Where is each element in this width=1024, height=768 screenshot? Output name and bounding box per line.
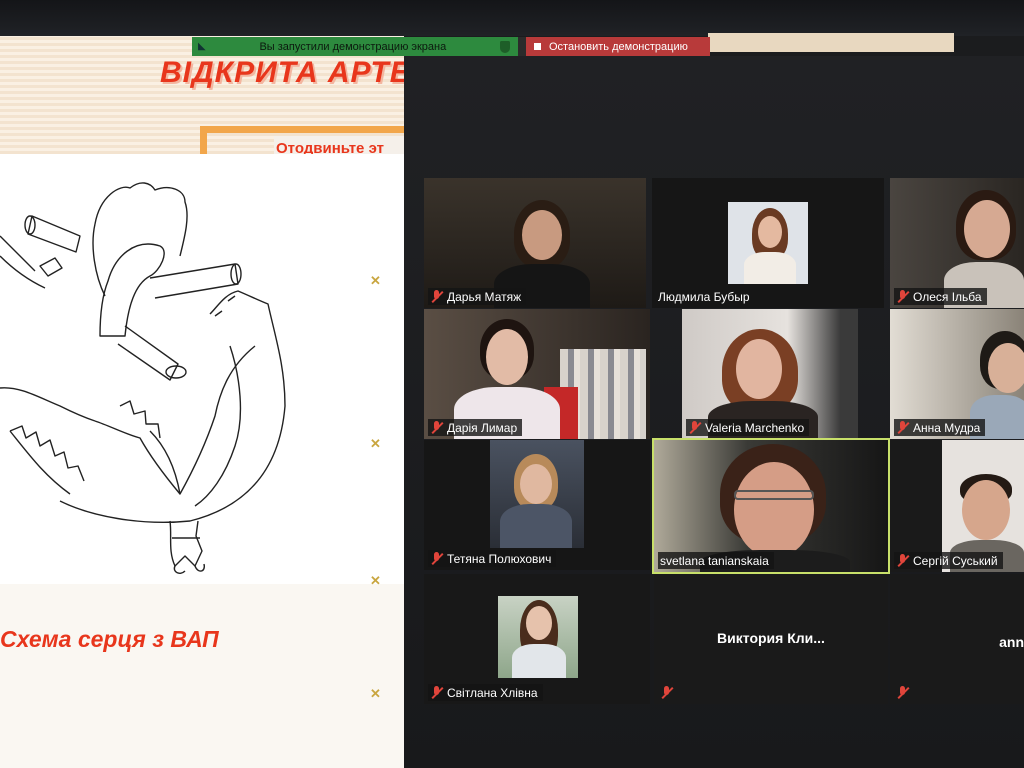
participant-label: Олеся Ільба (894, 288, 987, 305)
screen: ВІДКРИТА АРТЕ Отодвиньте эт ✕ ✕ ✕ ✕ Схем… (0, 0, 1024, 768)
participant-name: Людмила Бубыр (658, 289, 750, 304)
participant-name: Анна Мудра (913, 420, 981, 435)
participant-name: Дарья Матяж (447, 289, 522, 304)
mic-muted-icon (896, 290, 909, 303)
participant-name: Олеся Ільба (913, 289, 982, 304)
participant-tile[interactable]: Дарія Лимар (424, 309, 650, 439)
x-icon: ✕ (370, 686, 381, 701)
slide-title: ВІДКРИТА АРТЕ (160, 56, 404, 89)
participant-tile-no-video[interactable]: ann (890, 574, 1024, 704)
participant-name: Дарія Лимар (447, 420, 518, 435)
mic-muted-icon (896, 421, 909, 434)
x-icon: ✕ (370, 273, 381, 288)
mic-muted-icon (660, 686, 673, 699)
participant-tile[interactable]: Олеся Ільба (890, 178, 1024, 308)
participant-label: Valeria Marchenko (686, 419, 810, 436)
stop-square-icon (534, 43, 541, 50)
participant-tile[interactable]: Світлана Хлівна (424, 574, 650, 704)
slide-caption: Схема серця з ВАП (0, 626, 219, 652)
participant-tile[interactable]: Тетяна Полюхович (424, 440, 650, 570)
mic-muted-icon (896, 554, 909, 567)
mic-muted-icon (430, 552, 443, 565)
heart-diagram (0, 182, 286, 574)
participant-name: Виктория Кли... (717, 630, 825, 646)
pin-icon: ◣ (198, 41, 206, 52)
stop-share-button[interactable]: Остановить демонстрацию (526, 37, 710, 56)
mic-muted-icon (896, 686, 909, 699)
shared-slide: ВІДКРИТА АРТЕ Отодвиньте эт ✕ ✕ ✕ ✕ Схем… (0, 36, 404, 768)
x-icon: ✕ (370, 573, 381, 588)
stop-share-label: Остановить демонстрацию (549, 40, 688, 53)
monitor-bezel (0, 0, 1024, 36)
shield-icon (500, 40, 510, 53)
participant-name: ann (999, 634, 1024, 650)
participant-label: Тетяна Полюхович (428, 550, 557, 567)
participant-tile[interactable]: Анна Мудра (890, 309, 1024, 439)
mic-muted-icon (430, 686, 443, 699)
participant-label: Анна Мудра (894, 419, 986, 436)
share-status-text: Вы запустили демонстрацию экрана (259, 40, 447, 53)
mic-muted-icon (430, 290, 443, 303)
toolbar-divider (518, 37, 526, 56)
participant-name: svetlana tanianskaia (660, 553, 769, 568)
participant-tile-active-speaker[interactable]: svetlana tanianskaia (652, 438, 890, 574)
participant-label: Дарія Лимар (428, 419, 523, 436)
participant-name: Тетяна Полюхович (447, 551, 552, 566)
participant-label (894, 684, 914, 701)
participant-tile[interactable]: Дарья Матяж (424, 178, 646, 308)
participant-label: Людмила Бубыр (656, 288, 755, 305)
share-status: ◣ Вы запустили демонстрацию экрана (192, 37, 518, 56)
participant-tile[interactable]: Сергій Суський (890, 440, 1024, 572)
mic-muted-icon (430, 421, 443, 434)
toolbar-strip (708, 33, 954, 52)
mic-muted-icon (688, 421, 701, 434)
participant-name: Сергій Суський (913, 553, 998, 568)
participant-label: Світлана Хлівна (428, 684, 543, 701)
x-icon: ✕ (370, 436, 381, 451)
participant-tile[interactable]: Людмила Бубыр (652, 178, 884, 308)
participant-label: Дарья Матяж (428, 288, 527, 305)
participant-name: Світлана Хлівна (447, 685, 538, 700)
participant-tile-no-video[interactable]: Виктория Кли... (654, 574, 888, 704)
participant-tile[interactable]: Valeria Marchenko (682, 309, 858, 439)
participant-name: Valeria Marchenko (705, 420, 805, 435)
participant-label: Сергій Суський (894, 552, 1003, 569)
participant-label (658, 684, 678, 701)
participant-label: svetlana tanianskaia (658, 552, 774, 569)
screen-share-toolbar: ◣ Вы запустили демонстрацию экрана Остан… (192, 37, 710, 56)
video-gallery: Дарья Матяж Людмила Бубыр Олеся Ільба Да… (404, 56, 1024, 768)
